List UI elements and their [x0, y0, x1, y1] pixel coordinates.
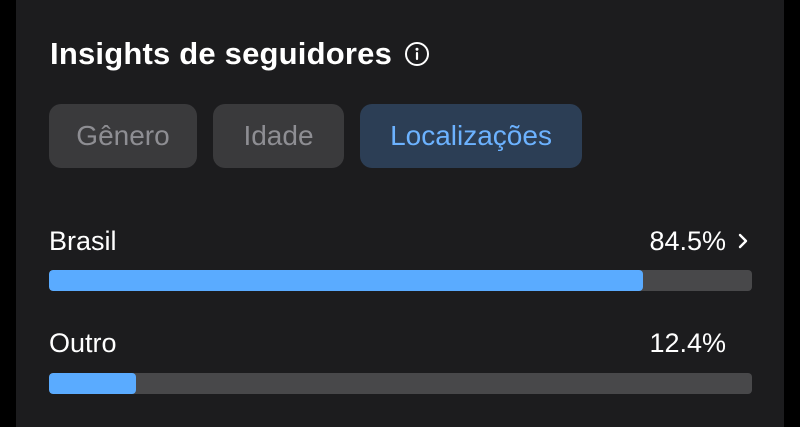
info-icon[interactable] [404, 41, 430, 67]
location-percentage: 84.5% [649, 225, 726, 256]
location-bar-fill [49, 373, 137, 394]
location-row-brasil[interactable]: Brasil 84.5% [49, 224, 752, 291]
follower-insights-card: Insights de seguidores Gênero Idade Loca… [16, 0, 784, 427]
tab-locations[interactable]: Localizações [360, 104, 582, 168]
chevron-right-icon[interactable] [734, 231, 752, 251]
tab-age[interactable]: Idade [213, 104, 344, 168]
tab-gender[interactable]: Gênero [49, 104, 197, 168]
location-label: Outro [49, 327, 117, 358]
card-title: Insights de seguidores [50, 36, 393, 71]
insights-tabs: Gênero Idade Localizações [49, 104, 582, 168]
location-percentage: 12.4% [649, 327, 726, 358]
location-bar-track [49, 373, 752, 394]
location-label: Brasil [49, 225, 117, 256]
location-bar-track [49, 270, 752, 291]
location-bar-fill [49, 270, 644, 291]
location-row-outro: Outro 12.4% [49, 326, 752, 394]
card-header: Insights de seguidores [50, 30, 430, 78]
